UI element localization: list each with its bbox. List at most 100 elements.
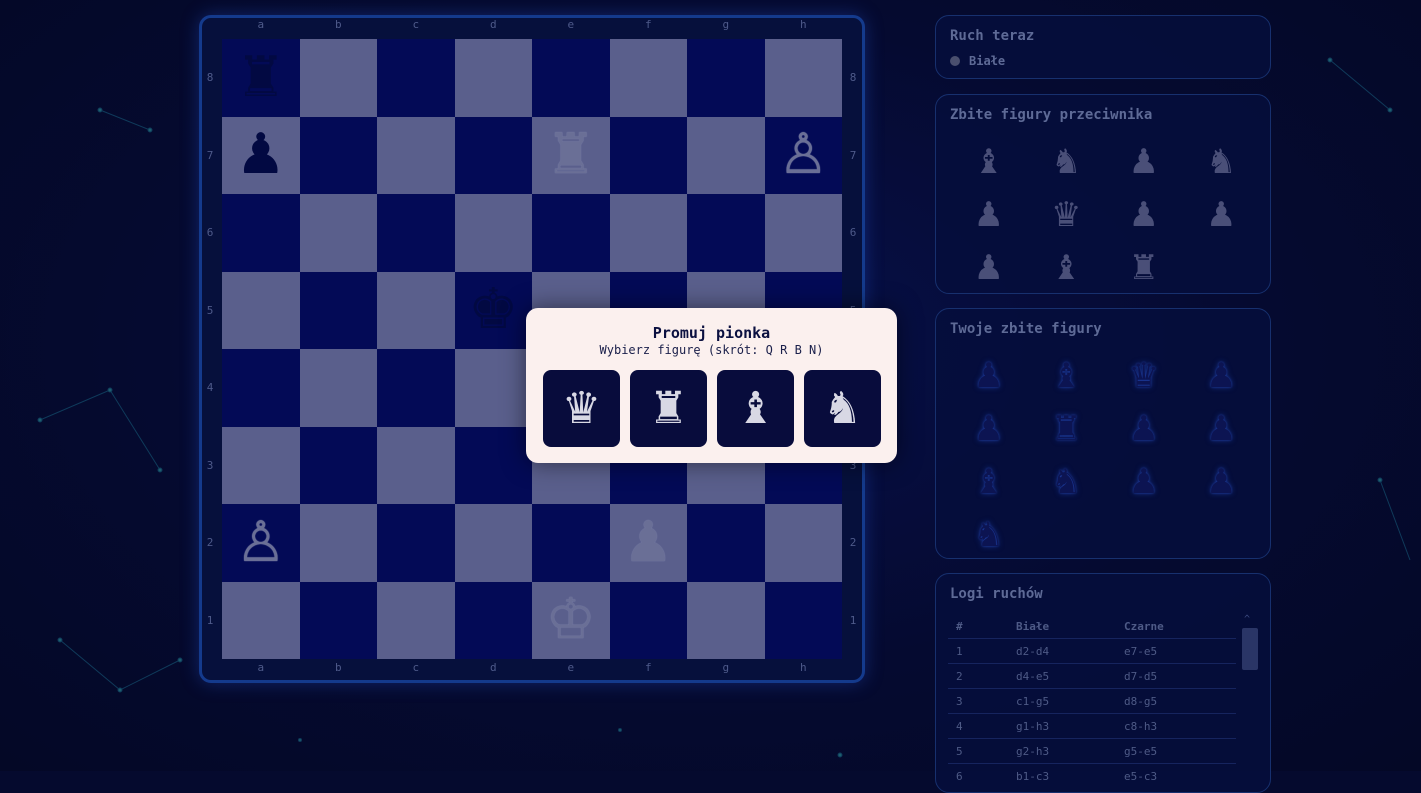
file-label-h: h xyxy=(799,18,807,31)
square-d5[interactable]: ♚ xyxy=(454,271,532,349)
file-label-g: g xyxy=(722,18,730,31)
captured-own-piece-icon: ♟ xyxy=(1128,408,1159,449)
log-cell: 2 xyxy=(948,663,1008,689)
promote-knight-button[interactable]: ♞ xyxy=(804,370,881,447)
black-pawn-icon[interactable]: ♟ xyxy=(236,127,286,183)
move-log-panel: Logi ruchów # Białe Czarne 1 d2-d4 e7-e5 2 d4-… xyxy=(935,573,1271,793)
promotion-dialog: Promuj pionka Wybierz figurę (skrót: Q R… xyxy=(526,308,897,463)
square-f8[interactable] xyxy=(609,39,687,117)
promote-rook-button[interactable]: ♜ xyxy=(630,370,707,447)
captured-own-list: ♟ ♝ ♛ ♟ ♟ ♜ ♟ ♟ ♝ ♞ ♟ ♟ ♞ xyxy=(950,349,1260,561)
square-a6[interactable] xyxy=(222,194,300,272)
captured-opponent-piece-icon: ♛ xyxy=(1051,194,1082,235)
square-h2[interactable] xyxy=(764,504,842,582)
square-b7[interactable] xyxy=(299,116,377,194)
square-a5[interactable] xyxy=(222,271,300,349)
square-b6[interactable] xyxy=(299,194,377,272)
square-g7[interactable] xyxy=(687,116,765,194)
file-label-d: d xyxy=(489,661,497,674)
file-label-d: d xyxy=(489,18,497,31)
square-h8[interactable] xyxy=(764,39,842,117)
square-c3[interactable] xyxy=(377,426,455,504)
square-b5[interactable] xyxy=(299,271,377,349)
square-f6[interactable] xyxy=(609,194,687,272)
square-e1[interactable]: ♔ xyxy=(532,581,610,659)
square-d2[interactable] xyxy=(454,504,532,582)
square-b3[interactable] xyxy=(299,426,377,504)
square-e2[interactable] xyxy=(532,504,610,582)
scroll-up-icon[interactable]: ^ xyxy=(1244,614,1250,625)
square-b2[interactable] xyxy=(299,504,377,582)
square-a1[interactable] xyxy=(222,581,300,659)
turn-indicator-dot xyxy=(950,56,960,66)
file-label-b: b xyxy=(334,18,342,31)
square-f2[interactable]: ♟ xyxy=(609,504,687,582)
move-log-scrollbar[interactable]: ^ xyxy=(1242,614,1258,774)
black-king-icon[interactable]: ♚ xyxy=(468,282,518,338)
white-king-icon[interactable]: ♔ xyxy=(546,592,596,648)
rank-label-8: 8 xyxy=(206,71,214,84)
square-a7[interactable]: ♟ xyxy=(222,116,300,194)
square-d4[interactable] xyxy=(454,349,532,427)
square-g1[interactable] xyxy=(687,581,765,659)
log-row: 3 c1-g5 d8-g5 xyxy=(948,688,1236,714)
log-cell: d4-e5 xyxy=(1008,663,1116,689)
promotion-options: ♛ ♜ ♝ ♞ xyxy=(543,370,881,447)
square-c5[interactable] xyxy=(377,271,455,349)
square-b1[interactable] xyxy=(299,581,377,659)
square-a8[interactable]: ♜ xyxy=(222,39,300,117)
square-h1[interactable] xyxy=(764,581,842,659)
file-label-h: h xyxy=(799,661,807,674)
square-d3[interactable] xyxy=(454,426,532,504)
square-a4[interactable] xyxy=(222,349,300,427)
file-label-e: e xyxy=(567,661,575,674)
square-f7[interactable] xyxy=(609,116,687,194)
square-c1[interactable] xyxy=(377,581,455,659)
white-pawn-icon[interactable]: ♙ xyxy=(778,127,828,183)
scroll-thumb[interactable] xyxy=(1242,628,1258,670)
square-a3[interactable] xyxy=(222,426,300,504)
log-cell: c1-g5 xyxy=(1008,688,1116,714)
square-d7[interactable] xyxy=(454,116,532,194)
square-g8[interactable] xyxy=(687,39,765,117)
file-label-a: a xyxy=(257,661,265,674)
square-c7[interactable] xyxy=(377,116,455,194)
captured-opponent-title: Zbite figury przeciwnika xyxy=(950,107,1153,123)
captured-own-piece-icon: ♝ xyxy=(973,461,1004,502)
promote-queen-button[interactable]: ♛ xyxy=(543,370,620,447)
square-g2[interactable] xyxy=(687,504,765,582)
square-c2[interactable] xyxy=(377,504,455,582)
square-f1[interactable] xyxy=(609,581,687,659)
square-b4[interactable] xyxy=(299,349,377,427)
square-c6[interactable] xyxy=(377,194,455,272)
log-row: 6 b1-c3 e5-c3 xyxy=(948,763,1236,788)
square-c4[interactable] xyxy=(377,349,455,427)
square-c8[interactable] xyxy=(377,39,455,117)
square-d6[interactable] xyxy=(454,194,532,272)
square-e6[interactable] xyxy=(532,194,610,272)
square-e7[interactable]: ♜ xyxy=(532,116,610,194)
file-label-a: a xyxy=(257,18,265,31)
move-log-title: Logi ruchów xyxy=(950,586,1043,602)
square-b8[interactable] xyxy=(299,39,377,117)
promote-bishop-button[interactable]: ♝ xyxy=(717,370,794,447)
captured-opponent-piece-icon: ♝ xyxy=(1051,247,1082,288)
log-cell: 5 xyxy=(948,738,1008,764)
square-h6[interactable] xyxy=(764,194,842,272)
square-e8[interactable] xyxy=(532,39,610,117)
square-d8[interactable] xyxy=(454,39,532,117)
log-row: 4 g1-h3 c8-h3 xyxy=(948,713,1236,739)
square-g6[interactable] xyxy=(687,194,765,272)
white-rook-icon[interactable]: ♜ xyxy=(546,127,596,183)
black-rook-icon[interactable]: ♜ xyxy=(236,49,286,106)
square-a2[interactable]: ♙ xyxy=(222,504,300,582)
promotion-title: Promuj pionka xyxy=(652,324,771,342)
white-pawn-icon[interactable]: ♟ xyxy=(623,514,673,571)
captured-opponent-piece-icon: ♞ xyxy=(1206,141,1237,182)
white-pawn-icon[interactable]: ♙ xyxy=(236,514,286,571)
square-h7[interactable]: ♙ xyxy=(764,116,842,194)
captured-opponent-panel: Zbite figury przeciwnika ♝ ♞ ♟ ♞ ♟ ♛ ♟ ♟ ♟ ♝ ♜ xyxy=(935,94,1271,294)
log-cell: d7-d5 xyxy=(1116,663,1236,689)
rank-label-7: 7 xyxy=(849,148,857,162)
square-d1[interactable] xyxy=(454,581,532,659)
